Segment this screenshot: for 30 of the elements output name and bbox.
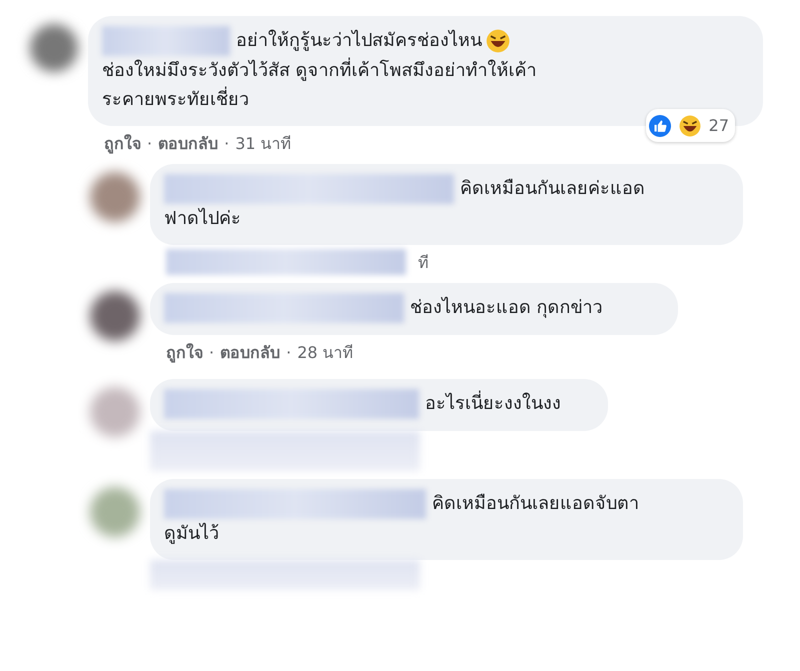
comment-text: คิดเหมือนกันเลยค่ะแอด <box>460 178 645 200</box>
avatar <box>30 24 78 72</box>
comment-text: ฟาดไปค่ะ <box>164 208 241 230</box>
comment-time: 31 นาที <box>235 132 292 155</box>
avatar <box>90 291 140 342</box>
comment-text: อะไรเนี่ยะงงในงง <box>425 393 561 414</box>
comment-text: ช่องใหม่มึงระวังตัวไว้สัส ดูจากที่เค้าโพสมึงอย่าทำให้เค้า <box>102 60 537 82</box>
avatar <box>90 387 140 438</box>
comment-text: ดูมันไว้ <box>164 523 219 544</box>
reply-link[interactable]: ตอบกลับ <box>158 130 218 156</box>
avatar <box>90 172 140 222</box>
separator-dot: · <box>286 342 292 362</box>
avatar <box>90 487 140 538</box>
comment-text: ช่องไหนอะแอด กุดกข่าว <box>410 297 603 318</box>
like-icon <box>648 114 671 137</box>
laughing-emoji-icon <box>486 29 510 54</box>
comment-text: อย่าให้กูรู้นะว่าไปสมัครช่องไหน <box>236 30 482 51</box>
like-link[interactable]: ถูกใจ <box>104 130 141 156</box>
laughing-emoji-icon <box>678 114 701 137</box>
reply-link[interactable]: ตอบกลับ <box>220 340 280 365</box>
separator-dot: · <box>209 342 214 362</box>
comment-text: ระคายพระทัยเชี่ยว <box>102 89 249 110</box>
comment-text: คิดเหมือนกันเลยแอดจับตา <box>432 493 639 514</box>
reaction-badge[interactable]: 27 <box>646 109 735 142</box>
comment-time: ที <box>418 252 429 274</box>
reaction-count: 27 <box>708 115 729 138</box>
separator-dot: · <box>224 134 230 153</box>
separator-dot: · <box>147 134 152 153</box>
comment-time: 28 นาที <box>297 342 354 364</box>
like-link[interactable]: ถูกใจ <box>166 340 203 365</box>
